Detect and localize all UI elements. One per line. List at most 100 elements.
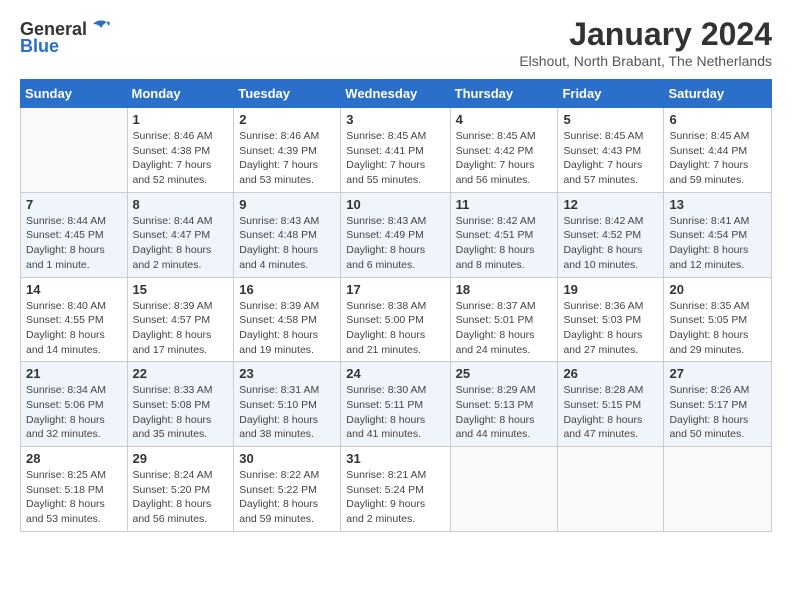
logo-blue-text: Blue — [20, 37, 59, 55]
day-number: 15 — [133, 282, 229, 297]
header-thursday: Thursday — [450, 80, 558, 108]
day-number: 12 — [563, 197, 658, 212]
week-row-2: 7 Sunrise: 8:44 AMSunset: 4:45 PMDayligh… — [21, 192, 772, 277]
day-detail: Sunrise: 8:46 AMSunset: 4:38 PMDaylight:… — [133, 129, 229, 188]
calendar-cell: 4 Sunrise: 8:45 AMSunset: 4:42 PMDayligh… — [450, 108, 558, 193]
day-number: 23 — [239, 366, 335, 381]
day-number: 31 — [346, 451, 444, 466]
calendar-cell: 5 Sunrise: 8:45 AMSunset: 4:43 PMDayligh… — [558, 108, 664, 193]
day-number: 10 — [346, 197, 444, 212]
calendar-cell: 11 Sunrise: 8:42 AMSunset: 4:51 PMDaylig… — [450, 192, 558, 277]
day-detail: Sunrise: 8:42 AMSunset: 4:52 PMDaylight:… — [563, 214, 658, 273]
day-number: 22 — [133, 366, 229, 381]
header: General Blue January 2024 Elshout, North… — [20, 16, 772, 69]
day-detail: Sunrise: 8:41 AMSunset: 4:54 PMDaylight:… — [669, 214, 766, 273]
day-number: 26 — [563, 366, 658, 381]
calendar-cell: 22 Sunrise: 8:33 AMSunset: 5:08 PMDaylig… — [127, 362, 234, 447]
logo-general-text: General — [20, 20, 87, 38]
header-sunday: Sunday — [21, 80, 128, 108]
calendar-cell: 7 Sunrise: 8:44 AMSunset: 4:45 PMDayligh… — [21, 192, 128, 277]
calendar-cell: 27 Sunrise: 8:26 AMSunset: 5:17 PMDaylig… — [664, 362, 772, 447]
day-detail: Sunrise: 8:21 AMSunset: 5:24 PMDaylight:… — [346, 468, 444, 527]
calendar-cell: 2 Sunrise: 8:46 AMSunset: 4:39 PMDayligh… — [234, 108, 341, 193]
calendar-header-row: Sunday Monday Tuesday Wednesday Thursday… — [21, 80, 772, 108]
day-detail: Sunrise: 8:46 AMSunset: 4:39 PMDaylight:… — [239, 129, 335, 188]
day-number: 17 — [346, 282, 444, 297]
day-number: 21 — [26, 366, 122, 381]
day-number: 16 — [239, 282, 335, 297]
day-detail: Sunrise: 8:45 AMSunset: 4:43 PMDaylight:… — [563, 129, 658, 188]
day-number: 30 — [239, 451, 335, 466]
calendar-cell: 17 Sunrise: 8:38 AMSunset: 5:00 PMDaylig… — [341, 277, 450, 362]
week-row-4: 21 Sunrise: 8:34 AMSunset: 5:06 PMDaylig… — [21, 362, 772, 447]
calendar-cell — [558, 447, 664, 532]
day-number: 24 — [346, 366, 444, 381]
calendar-cell: 28 Sunrise: 8:25 AMSunset: 5:18 PMDaylig… — [21, 447, 128, 532]
header-monday: Monday — [127, 80, 234, 108]
day-detail: Sunrise: 8:22 AMSunset: 5:22 PMDaylight:… — [239, 468, 335, 527]
calendar-cell: 20 Sunrise: 8:35 AMSunset: 5:05 PMDaylig… — [664, 277, 772, 362]
day-detail: Sunrise: 8:29 AMSunset: 5:13 PMDaylight:… — [456, 383, 553, 442]
day-detail: Sunrise: 8:44 AMSunset: 4:45 PMDaylight:… — [26, 214, 122, 273]
logo-bird-icon — [89, 16, 111, 36]
day-number: 4 — [456, 112, 553, 127]
calendar-cell: 16 Sunrise: 8:39 AMSunset: 4:58 PMDaylig… — [234, 277, 341, 362]
calendar-cell: 15 Sunrise: 8:39 AMSunset: 4:57 PMDaylig… — [127, 277, 234, 362]
calendar-cell: 14 Sunrise: 8:40 AMSunset: 4:55 PMDaylig… — [21, 277, 128, 362]
day-number: 27 — [669, 366, 766, 381]
week-row-3: 14 Sunrise: 8:40 AMSunset: 4:55 PMDaylig… — [21, 277, 772, 362]
day-detail: Sunrise: 8:24 AMSunset: 5:20 PMDaylight:… — [133, 468, 229, 527]
day-number: 1 — [133, 112, 229, 127]
day-number: 3 — [346, 112, 444, 127]
day-detail: Sunrise: 8:28 AMSunset: 5:15 PMDaylight:… — [563, 383, 658, 442]
calendar-cell: 18 Sunrise: 8:37 AMSunset: 5:01 PMDaylig… — [450, 277, 558, 362]
day-detail: Sunrise: 8:45 AMSunset: 4:42 PMDaylight:… — [456, 129, 553, 188]
week-row-1: 1 Sunrise: 8:46 AMSunset: 4:38 PMDayligh… — [21, 108, 772, 193]
day-number: 25 — [456, 366, 553, 381]
day-detail: Sunrise: 8:44 AMSunset: 4:47 PMDaylight:… — [133, 214, 229, 273]
day-detail: Sunrise: 8:30 AMSunset: 5:11 PMDaylight:… — [346, 383, 444, 442]
day-number: 28 — [26, 451, 122, 466]
header-tuesday: Tuesday — [234, 80, 341, 108]
calendar-cell: 29 Sunrise: 8:24 AMSunset: 5:20 PMDaylig… — [127, 447, 234, 532]
title-section: January 2024 Elshout, North Brabant, The… — [519, 16, 772, 69]
header-wednesday: Wednesday — [341, 80, 450, 108]
calendar-cell: 10 Sunrise: 8:43 AMSunset: 4:49 PMDaylig… — [341, 192, 450, 277]
header-friday: Friday — [558, 80, 664, 108]
calendar-cell: 23 Sunrise: 8:31 AMSunset: 5:10 PMDaylig… — [234, 362, 341, 447]
calendar-cell: 6 Sunrise: 8:45 AMSunset: 4:44 PMDayligh… — [664, 108, 772, 193]
calendar-cell: 19 Sunrise: 8:36 AMSunset: 5:03 PMDaylig… — [558, 277, 664, 362]
day-number: 9 — [239, 197, 335, 212]
day-detail: Sunrise: 8:39 AMSunset: 4:58 PMDaylight:… — [239, 299, 335, 358]
calendar-cell: 31 Sunrise: 8:21 AMSunset: 5:24 PMDaylig… — [341, 447, 450, 532]
day-number: 14 — [26, 282, 122, 297]
calendar-cell: 1 Sunrise: 8:46 AMSunset: 4:38 PMDayligh… — [127, 108, 234, 193]
calendar-cell: 26 Sunrise: 8:28 AMSunset: 5:15 PMDaylig… — [558, 362, 664, 447]
calendar-table: Sunday Monday Tuesday Wednesday Thursday… — [20, 79, 772, 532]
day-detail: Sunrise: 8:33 AMSunset: 5:08 PMDaylight:… — [133, 383, 229, 442]
day-number: 8 — [133, 197, 229, 212]
day-detail: Sunrise: 8:39 AMSunset: 4:57 PMDaylight:… — [133, 299, 229, 358]
day-detail: Sunrise: 8:43 AMSunset: 4:48 PMDaylight:… — [239, 214, 335, 273]
day-number: 19 — [563, 282, 658, 297]
day-detail: Sunrise: 8:45 AMSunset: 4:41 PMDaylight:… — [346, 129, 444, 188]
calendar-cell: 12 Sunrise: 8:42 AMSunset: 4:52 PMDaylig… — [558, 192, 664, 277]
day-number: 13 — [669, 197, 766, 212]
calendar-cell: 30 Sunrise: 8:22 AMSunset: 5:22 PMDaylig… — [234, 447, 341, 532]
calendar-cell: 9 Sunrise: 8:43 AMSunset: 4:48 PMDayligh… — [234, 192, 341, 277]
day-detail: Sunrise: 8:37 AMSunset: 5:01 PMDaylight:… — [456, 299, 553, 358]
month-title: January 2024 — [519, 16, 772, 53]
day-number: 5 — [563, 112, 658, 127]
day-number: 29 — [133, 451, 229, 466]
day-detail: Sunrise: 8:40 AMSunset: 4:55 PMDaylight:… — [26, 299, 122, 358]
calendar-cell: 24 Sunrise: 8:30 AMSunset: 5:11 PMDaylig… — [341, 362, 450, 447]
day-detail: Sunrise: 8:43 AMSunset: 4:49 PMDaylight:… — [346, 214, 444, 273]
day-detail: Sunrise: 8:36 AMSunset: 5:03 PMDaylight:… — [563, 299, 658, 358]
location-subtitle: Elshout, North Brabant, The Netherlands — [519, 53, 772, 69]
calendar-cell: 8 Sunrise: 8:44 AMSunset: 4:47 PMDayligh… — [127, 192, 234, 277]
calendar-cell — [21, 108, 128, 193]
day-detail: Sunrise: 8:42 AMSunset: 4:51 PMDaylight:… — [456, 214, 553, 273]
day-detail: Sunrise: 8:34 AMSunset: 5:06 PMDaylight:… — [26, 383, 122, 442]
header-saturday: Saturday — [664, 80, 772, 108]
day-number: 2 — [239, 112, 335, 127]
